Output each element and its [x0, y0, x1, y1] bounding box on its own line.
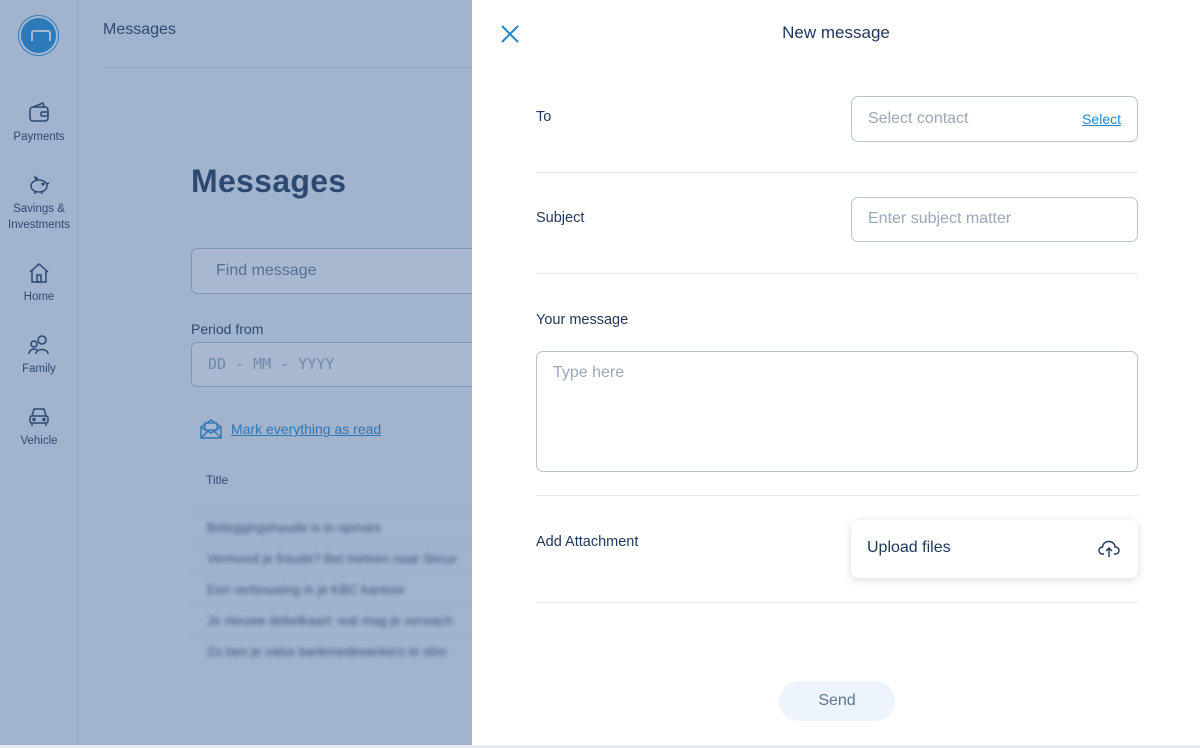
divider: [536, 602, 1138, 603]
upload-files-button[interactable]: Upload files: [851, 520, 1138, 578]
divider: [536, 172, 1138, 173]
select-contact-placeholder: Select contact: [868, 110, 969, 127]
subject-placeholder: Enter subject matter: [868, 210, 1012, 227]
attachment-label: Add Attachment: [536, 534, 639, 550]
cloud-upload-icon: [1098, 540, 1120, 557]
select-contact-field[interactable]: Select contact Select: [851, 96, 1138, 142]
divider: [536, 495, 1138, 496]
modal-backdrop[interactable]: [0, 0, 472, 745]
message-placeholder: Type here: [553, 364, 625, 381]
message-label: Your message: [536, 312, 629, 328]
divider: [536, 273, 1138, 274]
subject-input[interactable]: Enter subject matter: [851, 197, 1138, 242]
drawer-title: New message: [782, 23, 890, 42]
upload-files-label: Upload files: [867, 539, 951, 556]
select-contact-button[interactable]: Select: [1082, 111, 1121, 127]
subject-label: Subject: [536, 210, 585, 226]
send-button[interactable]: Send: [779, 681, 895, 721]
to-label: To: [536, 109, 552, 125]
message-textarea[interactable]: Type here: [536, 351, 1138, 472]
